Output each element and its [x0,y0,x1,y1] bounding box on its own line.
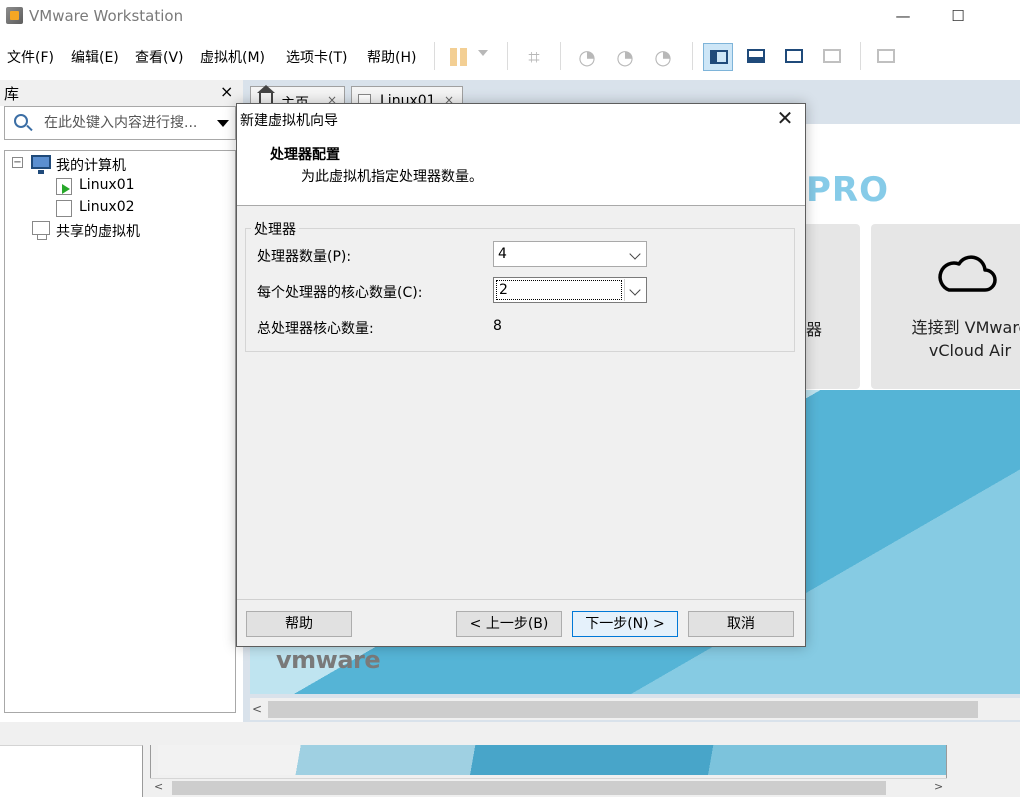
library-title: 库 [4,85,20,103]
send-keys-icon[interactable]: ⌗ [521,44,547,70]
pause-dropdown-icon[interactable] [478,50,488,56]
vmware-wordmark-logo: vmware [276,646,381,674]
scroll-left-arrow-icon[interactable]: < [154,780,163,793]
menu-tabs[interactable]: 选项卡(T) [286,47,347,67]
unity-icon [823,49,841,63]
tree-item-shared-vms[interactable]: 共享的虚拟机 [56,221,140,241]
revert-snapshot-icon[interactable]: ◔ [612,44,638,70]
dialog-close-button[interactable]: ✕ [770,104,800,132]
processor-count-value: 4 [498,246,507,262]
background-scroll-thumb[interactable] [172,781,886,795]
menu-file[interactable]: 文件(F) [7,47,54,67]
minimize-button[interactable]: — [880,3,926,30]
tree-item-my-computer[interactable]: 我的计算机 [56,155,126,175]
vm-icon [56,198,74,217]
background-banner [158,745,946,775]
toolbar-separator [692,42,693,70]
background-library-panel [0,745,143,797]
connect-remote-server-label: 器 [806,320,823,339]
toolbar-separator [560,42,561,70]
connect-vcloud-air-card[interactable] [871,224,1020,389]
dialog-subheading: 为此虚拟机指定处理器数量。 [301,169,483,185]
help-button[interactable]: 帮助 [246,611,352,637]
thumbnail-bar-icon [747,49,765,63]
vm-running-icon [62,184,70,194]
content-scroll-thumb[interactable] [268,701,978,718]
cores-per-processor-select[interactable]: 2 [493,277,647,303]
menu-help[interactable]: 帮助(H) [367,47,416,67]
content-scroll-left-icon[interactable]: < [252,702,262,716]
processor-count-label: 处理器数量(P): [257,249,352,265]
cancel-button[interactable]: 取消 [688,611,794,637]
dialog-footer-divider [237,599,805,600]
cores-per-processor-value: 2 [496,280,622,300]
search-icon [14,114,28,128]
library-view-icon [710,50,728,64]
dialog-title: 新建虚拟机向导 [240,113,338,129]
cloud-icon [938,255,997,292]
library-close-button[interactable]: × [220,82,233,101]
vmware-logo-icon [6,7,23,24]
cores-per-processor-label: 每个处理器的核心数量(C): [257,285,423,301]
snapshot-manager-icon[interactable]: ◔ [650,44,676,70]
full-screen-icon [785,49,803,63]
dialog-heading: 处理器配置 [270,147,340,163]
chevron-down-icon [629,248,641,260]
tree-item-linux01[interactable]: Linux01 [79,177,135,193]
snapshot-icon[interactable]: ◔ [574,44,600,70]
next-button[interactable]: 下一步(N) > [572,611,678,637]
tree-collapse-icon[interactable]: − [12,157,23,168]
computer-icon [31,155,51,174]
pause-icon[interactable] [446,44,472,70]
back-button[interactable]: < 上一步(B) [456,611,562,637]
total-cores-label: 总处理器核心数量: [257,321,374,337]
scroll-right-arrow-icon[interactable]: > [934,780,943,793]
vcloud-label-line2: vCloud Air [928,341,1012,360]
vcloud-label-line1: 连接到 VMware [911,318,1020,337]
shared-vm-icon [32,221,50,240]
processor-group-label: 处理器 [251,219,299,239]
search-dropdown-icon[interactable] [217,120,229,127]
window-title: VMware Workstation [29,7,184,25]
console-view-button[interactable] [871,43,901,71]
processor-count-select[interactable]: 4 [493,241,647,267]
menu-vm[interactable]: 虚拟机(M) [200,47,265,67]
library-header [0,80,243,106]
workstation-pro-label: PRO [806,170,890,210]
maximize-button[interactable]: ☐ [935,3,981,30]
total-cores-value: 8 [493,318,502,334]
menu-edit[interactable]: 编辑(E) [71,47,119,67]
unity-button[interactable] [817,43,847,71]
connect-vcloud-air-label: 连接到 VMware vCloud Air [880,316,1020,362]
console-view-icon [877,49,895,63]
toolbar-separator [434,42,435,70]
show-library-button[interactable] [703,43,733,71]
tree-item-linux02[interactable]: Linux02 [79,199,135,215]
toolbar-separator [507,42,508,70]
library-search-input[interactable] [44,114,209,132]
thumbnail-bar-button[interactable] [741,43,771,71]
full-screen-button[interactable] [779,43,809,71]
toolbar-separator [860,42,861,70]
menu-view[interactable]: 查看(V) [135,47,184,67]
